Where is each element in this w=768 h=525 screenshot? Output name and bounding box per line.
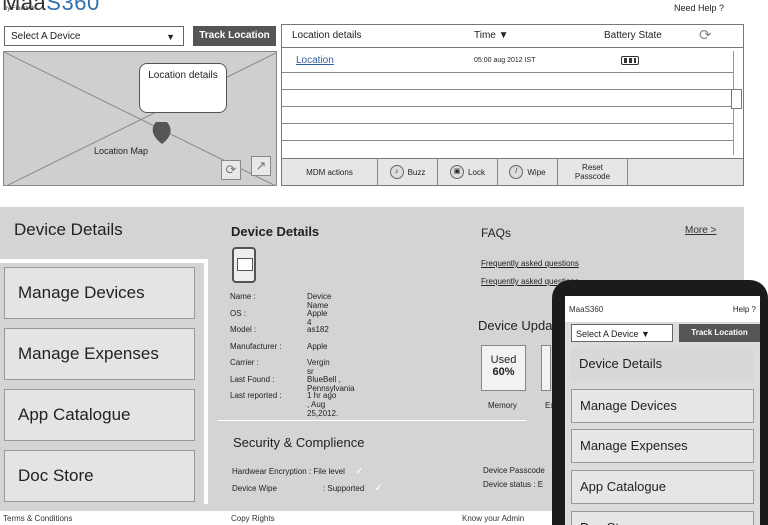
- mobile-device-select[interactable]: Select A Device ▼: [571, 324, 673, 342]
- scrollbar-thumb[interactable]: [731, 89, 742, 109]
- terms-link[interactable]: Terms & Conditions: [3, 514, 72, 523]
- mdm-actions-label: MDM actions: [282, 159, 378, 185]
- map-label: Location Map: [94, 146, 149, 156]
- row-divider: [282, 106, 734, 107]
- device-select[interactable]: Select A Device ▼: [4, 26, 184, 46]
- row-divider: [282, 140, 734, 141]
- memory-label: Memory: [488, 401, 517, 410]
- lock-button[interactable]: ▣ Lock: [438, 159, 498, 185]
- location-details-bubble: Location details: [139, 63, 227, 113]
- mobile-help-link[interactable]: Help ?: [733, 305, 756, 314]
- lock-icon: ▣: [450, 165, 465, 179]
- nav-device-details[interactable]: Device Details: [14, 220, 123, 240]
- mobile-preview: MaaS360 Help ? Select A Device ▼ Track L…: [552, 280, 768, 525]
- expand-icon[interactable]: ↗: [251, 156, 271, 176]
- security-row-wipe: Device Wipe: Supported ✓: [232, 483, 383, 494]
- check-icon: ✓: [374, 483, 383, 494]
- device-details-list: Name : Device Name OS : Apple 4 Model : as1…: [230, 292, 355, 418]
- col-location-details[interactable]: Location details: [292, 30, 362, 41]
- map-pin-icon: [152, 122, 171, 144]
- nav-manage-expenses[interactable]: Manage Expenses: [4, 328, 195, 380]
- chevron-down-icon: ▼: [166, 32, 175, 42]
- device-status-label: Device status : E: [483, 480, 544, 489]
- refresh-icon[interactable]: ⟳: [699, 26, 712, 44]
- reset-passcode-button[interactable]: Reset Passcode: [558, 159, 628, 185]
- row-divider: [282, 123, 734, 124]
- more-link[interactable]: More >: [685, 225, 716, 236]
- mobile-nav-device-details[interactable]: Device Details: [571, 348, 754, 382]
- device-details-title: Device Details: [231, 224, 320, 239]
- row-divider: [282, 72, 734, 73]
- nav-doc-store[interactable]: Doc Store: [4, 450, 195, 502]
- buzz-icon: ♪: [389, 165, 404, 179]
- device-select-label: Select A Device: [11, 31, 81, 42]
- row-divider: [282, 89, 734, 90]
- check-icon: ✓: [355, 466, 364, 477]
- location-table: Location details Time ▼ Battery State ⟳ …: [281, 24, 744, 186]
- nav-manage-devices[interactable]: Manage Devices: [4, 267, 195, 319]
- wipe-button[interactable]: / Wipe: [498, 159, 558, 185]
- col-battery-state[interactable]: Battery State: [604, 30, 662, 41]
- nav-app-catalogue[interactable]: App Catalogue: [4, 389, 195, 441]
- location-link[interactable]: Location: [296, 55, 334, 66]
- mobile-nav-manage-expenses[interactable]: Manage Expenses: [571, 429, 754, 463]
- mobile-nav-doc-store[interactable]: Doc Store: [571, 511, 754, 525]
- faq-title: FAQs: [481, 226, 512, 240]
- device-icon: [232, 247, 256, 283]
- memory-stat: Used 60%: [481, 345, 526, 391]
- stat-box: [541, 345, 551, 391]
- know-admin-link[interactable]: Know your Admin: [462, 514, 524, 523]
- table-header: Location details Time ▼ Battery State ⟳: [282, 25, 743, 48]
- wipe-icon: /: [509, 165, 524, 179]
- table-scrollbar[interactable]: [731, 51, 742, 155]
- brand-byline: by Fiberlink: [4, 6, 35, 12]
- panel-divider: [204, 259, 208, 504]
- copyrights-link[interactable]: Copy Rights: [231, 514, 275, 523]
- mobile-track-location-button[interactable]: Track Location: [679, 324, 760, 342]
- track-location-button[interactable]: Track Location: [193, 26, 276, 46]
- mobile-screen: MaaS360 Help ? Select A Device ▼ Track L…: [565, 296, 760, 525]
- faq-link[interactable]: Frequently asked questions: [481, 259, 579, 268]
- logo-text-suffix: S360: [46, 0, 100, 15]
- buzz-button[interactable]: ♪ Buzz: [378, 159, 438, 185]
- mobile-logo: MaaS360: [569, 305, 604, 314]
- need-help-link[interactable]: Need Help ?: [674, 3, 724, 13]
- location-time: 05:00 aug 2012 IST: [474, 57, 536, 64]
- col-time[interactable]: Time ▼: [474, 30, 509, 41]
- mobile-header: MaaS360 Help ?: [565, 296, 760, 322]
- mdm-actions-bar: MDM actions ♪ Buzz ▣ Lock / Wipe Reset Passc…: [282, 158, 743, 185]
- mobile-nav-app-catalogue[interactable]: App Catalogue: [571, 470, 754, 504]
- panel-divider: [0, 259, 204, 263]
- battery-icon: [621, 56, 639, 65]
- security-title: Security & Complience: [233, 435, 365, 450]
- device-updates-title: Device Upda: [478, 318, 553, 333]
- location-map[interactable]: Location details Location Map ⟳ ↗: [3, 51, 277, 186]
- section-divider: [218, 420, 526, 421]
- device-passcode-label: Device Passcode: [483, 466, 545, 475]
- mobile-nav-manage-devices[interactable]: Manage Devices: [571, 389, 754, 423]
- refresh-icon[interactable]: ⟳: [221, 160, 241, 180]
- security-row-encryption: Hardwear Encryption : File level ✓: [232, 466, 364, 477]
